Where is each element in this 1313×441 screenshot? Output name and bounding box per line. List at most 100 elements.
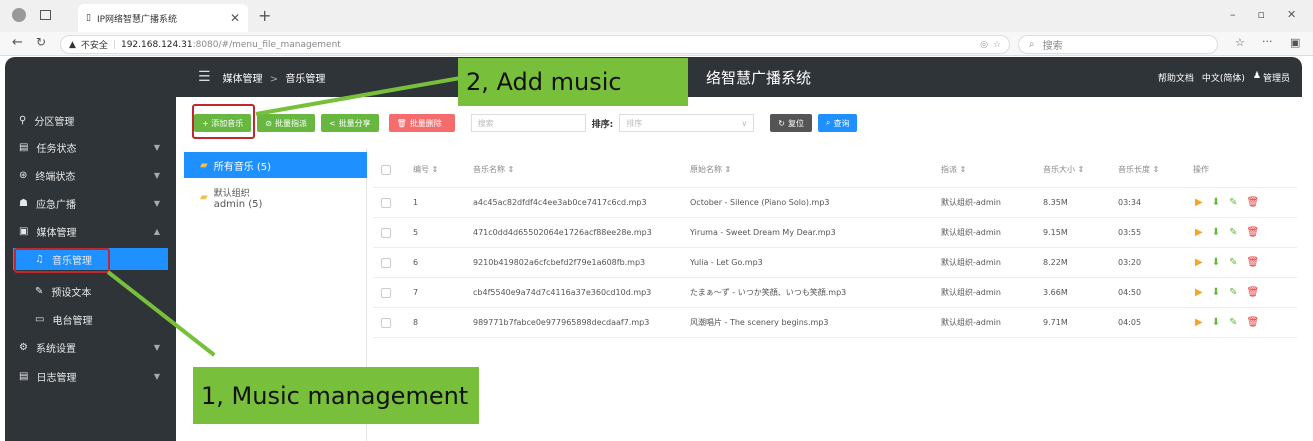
table-row[interactable]: 5 471c0dd4d65502064e1726acf88ee28e.mp3 Yir… — [373, 218, 1297, 248]
play-icon[interactable]: ▶ — [1195, 197, 1203, 208]
link-icon: ⚲ — [19, 114, 27, 126]
user-menu[interactable]: 管理员 — [1263, 71, 1290, 84]
delete-icon[interactable]: 🗑 — [1246, 287, 1259, 298]
cell-size: 9.71M — [1043, 318, 1068, 327]
sidebar-item-logs[interactable]: ▤ 日志管理 ▼ — [5, 365, 176, 387]
breadcrumb-parent[interactable]: 媒体管理 — [223, 74, 263, 85]
edit-icon[interactable]: ✎ — [1229, 317, 1237, 328]
cell-original-name: October - Silence (Piano Solo).mp3 — [690, 198, 830, 207]
play-icon[interactable]: ▶ — [1195, 227, 1203, 238]
language-select[interactable]: 中文(简体) — [1202, 71, 1245, 84]
row-checkbox[interactable] — [381, 227, 391, 238]
download-icon[interactable]: ⬇ — [1212, 287, 1220, 298]
table-row[interactable]: 6 9210b419802a6cfcbefd2f79e1a608fb.mp3 Yul… — [373, 248, 1297, 278]
breadcrumb: 媒体管理 > 音乐管理 — [223, 70, 326, 85]
edit-icon[interactable]: ✎ — [1229, 227, 1237, 238]
delete-icon[interactable]: 🗑 — [1246, 197, 1259, 208]
tab-actions-icon[interactable] — [40, 10, 51, 20]
download-icon[interactable]: ⬇ — [1212, 197, 1220, 208]
sidebar-item-label: 电台管理 — [52, 315, 93, 327]
table-row[interactable]: 8 989771b7fabce0e977965898decdaaf7.mp3 风潮唱… — [373, 308, 1297, 338]
sidebar-logo-area — [5, 57, 176, 97]
callout-music-management: 1, Music management — [193, 367, 479, 424]
highlight-music-management — [14, 248, 110, 273]
sidebar-item-task-status[interactable]: ▤ 任务状态 ▼ — [5, 136, 176, 158]
read-aloud-icon[interactable]: ◎ — [980, 40, 988, 50]
table-row[interactable]: 7 cb4f5540e9a74d7c4116a37e360cd10d.mp3 たまぁ… — [373, 278, 1297, 308]
minimize-button[interactable]: – — [1230, 8, 1236, 21]
new-tab-button[interactable]: + — [258, 6, 271, 25]
edit-icon[interactable]: ✎ — [1229, 197, 1237, 208]
download-icon[interactable]: ⬇ — [1212, 257, 1220, 268]
delete-icon[interactable]: 🗑 — [1246, 257, 1259, 268]
cell-assign: 默认组织-admin — [941, 318, 1001, 327]
edit-icon[interactable]: ✎ — [1229, 257, 1237, 268]
url-field[interactable]: ▲ 不安全 | 192.168.124.31:8080/#/menu_file_… — [60, 35, 1010, 54]
favorites-icon[interactable]: ☆ — [1235, 36, 1245, 49]
sidebar-item-terminal-status[interactable]: ⊛ 终端状态 ▼ — [5, 164, 176, 186]
play-icon[interactable]: ▶ — [1195, 287, 1203, 298]
chevron-up-icon: ▲ — [153, 226, 160, 236]
header-size[interactable]: 音乐大小 ⇕ — [1043, 164, 1084, 175]
delete-icon[interactable]: 🗑 — [1246, 227, 1259, 238]
sidebar-item-zone[interactable]: ⚲ 分区管理 — [5, 109, 176, 131]
header-actions: 操作 — [1193, 165, 1209, 174]
terminal-icon: ⊛ — [19, 169, 28, 181]
batch-delete-button[interactable]: 🗑 批量删除 — [388, 114, 455, 132]
sidebar-item-emergency[interactable]: ☗ 应急广播 ▼ — [5, 192, 176, 214]
delete-icon[interactable]: 🗑 — [1246, 317, 1259, 328]
browser-tab[interactable]: ▯ IP网络智慧广播系统 ✕ — [78, 4, 248, 32]
download-icon[interactable]: ⬇ — [1212, 317, 1220, 328]
back-icon[interactable]: ← — [12, 35, 23, 50]
header-assign[interactable]: 指派 ⇕ — [941, 164, 966, 175]
query-button[interactable]: ⌕ 查询 — [817, 114, 858, 132]
cell-music-name: a4c45ac82dfdf4c4ee3ab0ce7417c6cd.mp3 — [473, 198, 647, 207]
sidebar-toggle-icon[interactable]: ▣ — [1290, 36, 1300, 49]
more-icon[interactable]: ··· — [1262, 35, 1273, 48]
row-checkbox[interactable] — [381, 257, 391, 268]
play-icon[interactable]: ▶ — [1195, 257, 1203, 268]
group-default-admin[interactable]: ▰ 默认组织 admin (5) — [184, 186, 367, 210]
sort-select[interactable]: 排序 ∨ — [619, 114, 755, 132]
row-checkbox[interactable] — [381, 287, 391, 298]
table-row[interactable]: 1 a4c45ac82dfdf4c4ee3ab0ce7417c6cd.mp3 Oct… — [373, 188, 1297, 218]
browser-search-box[interactable]: ⌕ 搜索 — [1018, 35, 1218, 54]
hamburger-menu-icon[interactable]: ☰ — [198, 69, 211, 85]
url-host: 192.168.124.31 — [120, 39, 193, 50]
group-all-music[interactable]: ▰ 所有音乐 (5) — [184, 152, 367, 178]
header-original-name[interactable]: 原始名称 ⇕ — [690, 164, 731, 175]
header-id[interactable]: 编号 ⇕ — [413, 164, 438, 175]
cell-id: 5 — [413, 228, 419, 237]
reload-icon[interactable]: ↻ — [36, 35, 46, 49]
row-checkbox[interactable] — [381, 197, 391, 208]
text-icon: ✎ — [35, 285, 44, 297]
header-music-name[interactable]: 音乐名称 ⇕ — [473, 164, 514, 175]
header-length[interactable]: 音乐长度 ⇕ — [1118, 164, 1159, 175]
sidebar-item-radio[interactable]: ▭ 电台管理 — [5, 308, 176, 330]
close-window-button[interactable]: ✕ — [1287, 8, 1296, 21]
help-link[interactable]: 帮助文档 — [1158, 71, 1194, 84]
cell-id: 7 — [413, 288, 419, 297]
search-input[interactable]: 搜索 — [470, 114, 586, 132]
sidebar-item-settings[interactable]: ⚙ 系统设置 ▼ — [5, 336, 176, 358]
cell-length: 03:34 — [1118, 198, 1142, 207]
edit-icon[interactable]: ✎ — [1229, 287, 1237, 298]
profile-icon[interactable] — [12, 8, 26, 22]
sort-label: 排序: — [591, 119, 614, 130]
close-tab-icon[interactable]: ✕ — [230, 11, 240, 25]
select-all-checkbox[interactable] — [381, 164, 391, 175]
reset-button[interactable]: ↻ 复位 — [770, 114, 812, 132]
batch-assign-button[interactable]: ⊘ 批量指派 — [257, 114, 315, 132]
restore-button[interactable]: ▫ — [1258, 8, 1265, 21]
play-icon[interactable]: ▶ — [1195, 317, 1203, 328]
sidebar-item-media[interactable]: ▣ 媒体管理 ▲ — [5, 220, 176, 242]
row-actions: ▶ ⬇ ✎ 🗑 — [1195, 287, 1259, 298]
batch-share-button[interactable]: < 批量分享 — [320, 114, 379, 132]
sidebar-item-label: 任务状态 — [36, 143, 77, 155]
bookmark-icon[interactable]: ☆ — [993, 40, 1001, 50]
sidebar-item-preset-text[interactable]: ✎ 预设文本 — [5, 280, 176, 302]
cell-size: 3.66M — [1043, 288, 1068, 297]
row-checkbox[interactable] — [381, 317, 391, 328]
download-icon[interactable]: ⬇ — [1212, 227, 1220, 238]
tab-title: IP网络智慧广播系统 — [96, 14, 178, 25]
